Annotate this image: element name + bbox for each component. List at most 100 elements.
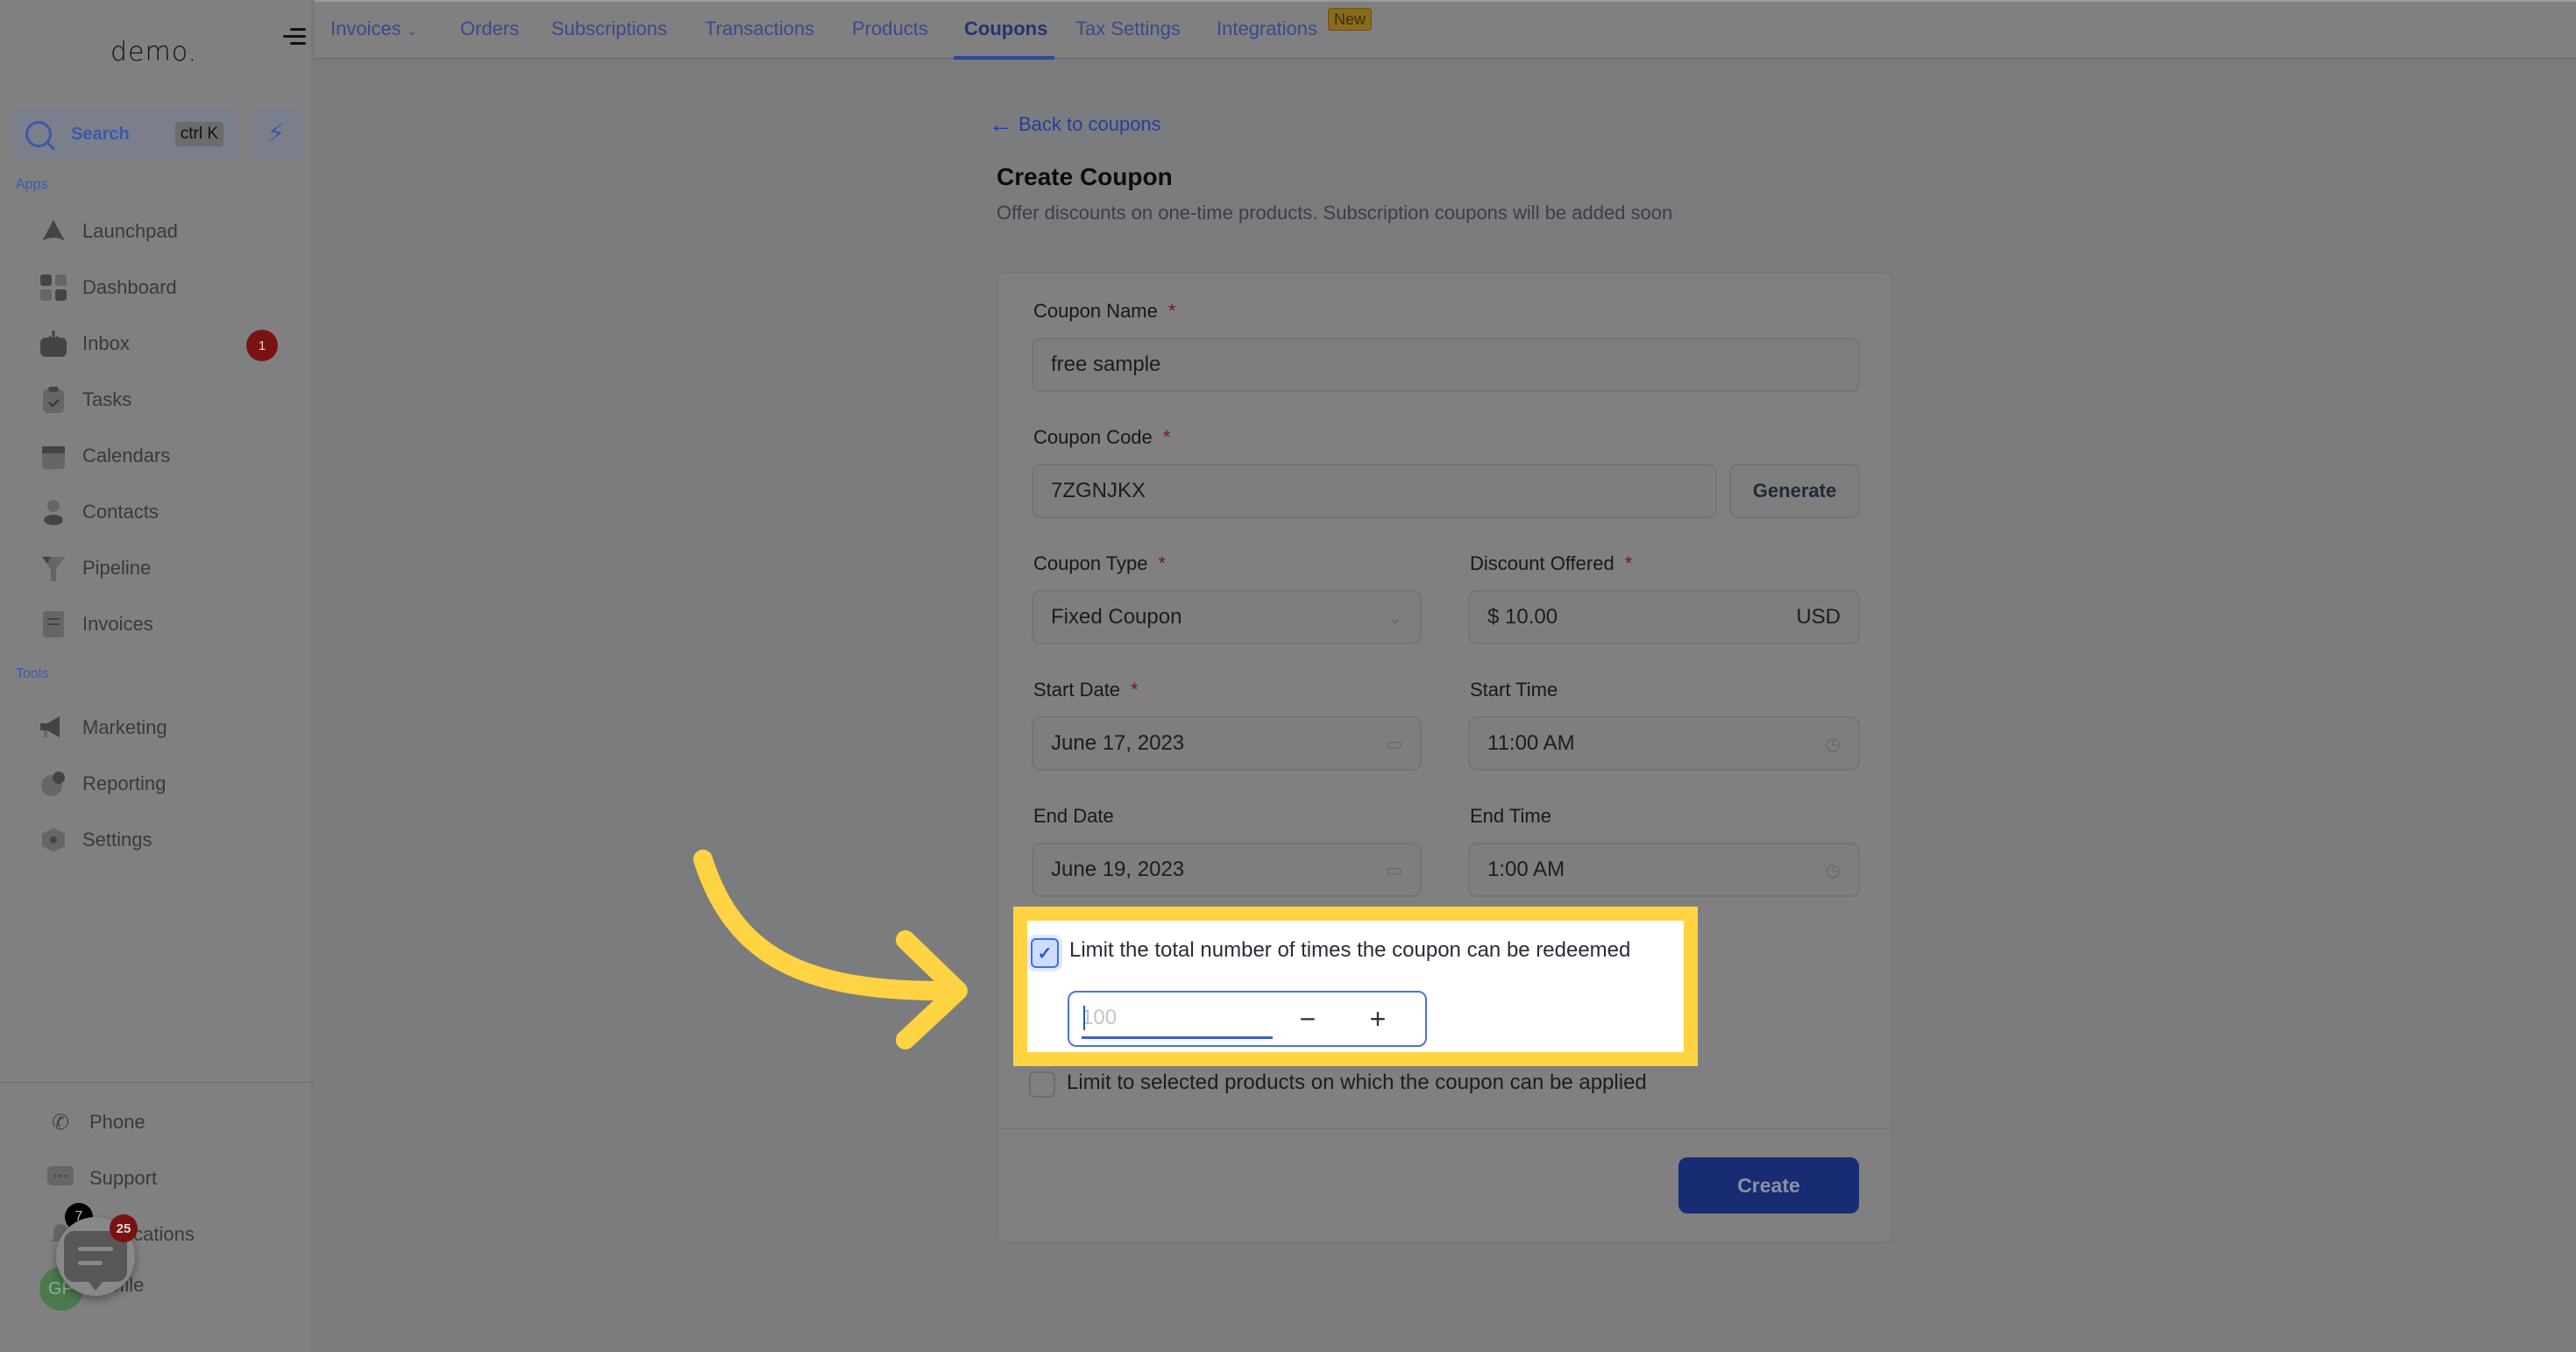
create-button[interactable]: Create [1678, 1157, 1859, 1213]
sidebar-item-phone[interactable]: ✆ Phone [46, 1105, 291, 1140]
tab-integrations[interactable]: Integrations [1217, 18, 1317, 40]
sidebar-item-contacts[interactable]: Contacts [39, 495, 284, 530]
sidebar-item-invoices[interactable]: Invoices [39, 607, 284, 642]
sidebar-item-label: Launchpad [82, 220, 178, 242]
top-nav: Invoices ⌄ Orders Subscriptions Transact… [315, 0, 2576, 60]
discount-offered-input[interactable]: $ 10.00 USD [1468, 590, 1860, 644]
end-date-input[interactable]: June 19, 2023 ▭ [1032, 843, 1422, 897]
limit-redemptions-label: Limit the total number of times the coup… [1069, 938, 1631, 962]
search-label: Search [71, 124, 130, 144]
sidebar-item-label: Settings [82, 829, 153, 850]
clock-icon: ◷ [1825, 860, 1841, 880]
tab-transactions[interactable]: Transactions [705, 18, 814, 40]
quick-actions-button[interactable]: ⚡︎ [250, 108, 302, 159]
sidebar-item-dashboard[interactable]: Dashboard [39, 270, 284, 305]
sidebar-item-support[interactable]: Support [46, 1161, 291, 1196]
redemption-limit-input[interactable]: 100 [1082, 999, 1273, 1039]
sidebar-item-label: Invoices [82, 613, 153, 635]
coupon-name-label: Coupon Name * [1033, 300, 1176, 322]
sidebar: demo. Search ctrl K ⚡︎ Apps Launchpad Da… [0, 0, 313, 1352]
receipt-icon [39, 609, 68, 639]
sidebar-item-tasks[interactable]: Tasks [39, 382, 284, 417]
search-button[interactable]: Search ctrl K [11, 108, 238, 160]
new-badge: New [1328, 8, 1373, 31]
search-icon [25, 121, 52, 147]
chevron-down-icon: ⌄ [406, 24, 417, 38]
sidebar-item-settings[interactable]: Settings [39, 822, 284, 857]
limit-products-checkbox[interactable] [1029, 1071, 1055, 1098]
back-to-coupons-link[interactable]: ← Back to coupons [989, 110, 1161, 139]
card-footer-divider [998, 1128, 1891, 1129]
calendar-icon [39, 441, 68, 471]
currency-suffix: USD [1796, 605, 1841, 629]
limit-redemptions-checkbox[interactable]: ✓ [1031, 938, 1059, 968]
sidebar-item-label: Dashboard [82, 276, 177, 298]
coupon-code-label: Coupon Code * [1033, 426, 1171, 448]
calendar-icon: ▭ [1386, 860, 1402, 880]
page-title: Create Coupon [997, 163, 1173, 190]
sidebar-item-label: Calendars [82, 445, 171, 466]
sidebar-item-pipeline[interactable]: Pipeline [39, 551, 284, 586]
tab-subscriptions[interactable]: Subscriptions [551, 18, 667, 40]
discount-offered-label: Discount Offered * [1470, 552, 1633, 574]
start-time-label: Start Time [1470, 679, 1558, 701]
limit-products-label: Limit to selected products on which the … [1067, 1071, 1647, 1094]
sidebar-item-label: Pipeline [82, 557, 152, 579]
annotation-arrow-icon [693, 850, 968, 1050]
tab-invoices[interactable]: Invoices ⌄ [330, 18, 417, 40]
annotation-highlight-box: ✓ Limit the total number of times the co… [1013, 907, 1698, 1066]
sidebar-item-reporting[interactable]: Reporting [39, 766, 284, 801]
person-icon [39, 497, 68, 527]
inbox-icon [39, 329, 68, 359]
decrement-button[interactable]: − [1273, 993, 1343, 1045]
tab-orders[interactable]: Orders [460, 18, 519, 40]
sidebar-item-label: Reporting [82, 772, 167, 794]
apps-section-label: Apps [16, 177, 48, 192]
end-time-input[interactable]: 1:00 AM ◷ [1468, 843, 1860, 897]
start-date-label: Start Date * [1033, 679, 1139, 701]
generate-code-button[interactable]: Generate [1729, 464, 1860, 518]
sidebar-item-launchpad[interactable]: Launchpad [39, 214, 284, 249]
chat-dots-icon [46, 1163, 75, 1193]
phone-icon: ✆ [51, 1110, 70, 1135]
clipboard-check-icon [39, 385, 68, 415]
sidebar-item-calendars[interactable]: Calendars [39, 438, 284, 473]
lightning-icon: ⚡︎ [266, 118, 286, 148]
tab-coupons[interactable]: Coupons [964, 18, 1047, 40]
tab-tax-settings[interactable]: Tax Settings [1075, 18, 1181, 40]
calendar-icon: ▭ [1386, 734, 1402, 754]
collapse-sidebar-icon[interactable] [283, 26, 306, 47]
pie-chart-icon [39, 769, 68, 799]
checkmark-icon: ✓ [1037, 943, 1053, 964]
end-time-label: End Time [1470, 805, 1551, 827]
chevron-down-icon: ⌄ [1387, 608, 1402, 628]
tab-products[interactable]: Products [852, 18, 928, 40]
back-link-label: Back to coupons [1018, 113, 1161, 135]
end-date-label: End Date [1033, 805, 1114, 827]
coupon-code-input[interactable]: 7ZGNJKX [1032, 464, 1717, 518]
increment-button[interactable]: + [1343, 993, 1413, 1045]
sidebar-item-label: Contacts [82, 501, 159, 523]
megaphone-icon [39, 713, 68, 743]
grid-icon [39, 273, 68, 302]
sidebar-item-marketing[interactable]: Marketing [39, 710, 284, 745]
coupon-type-label: Coupon Type * [1033, 552, 1167, 574]
redemption-limit-stepper: 100 − + [1068, 991, 1427, 1047]
start-time-input[interactable]: 11:00 AM ◷ [1468, 716, 1860, 771]
start-date-input[interactable]: June 17, 2023 ▭ [1032, 716, 1422, 771]
clock-icon: ◷ [1825, 734, 1841, 754]
arrow-left-icon: ← [989, 110, 1013, 138]
sidebar-item-label: Inbox [82, 332, 130, 354]
coupon-type-select[interactable]: Fixed Coupon ⌄ [1032, 590, 1422, 644]
logo: demo. [110, 37, 198, 68]
page-subtitle: Offer discounts on one-time products. Su… [997, 202, 1673, 224]
tools-section-label: Tools [16, 666, 49, 681]
sidebar-item-label: Support [89, 1167, 158, 1189]
gear-icon [39, 825, 68, 855]
sidebar-divider [0, 1082, 313, 1083]
coupon-name-input[interactable]: free sample [1032, 338, 1860, 392]
sidebar-item-label: Marketing [82, 716, 167, 738]
sidebar-item-label: Phone [89, 1111, 145, 1133]
sidebar-item-label: Tasks [82, 388, 132, 410]
inbox-badge: 1 [246, 330, 278, 361]
